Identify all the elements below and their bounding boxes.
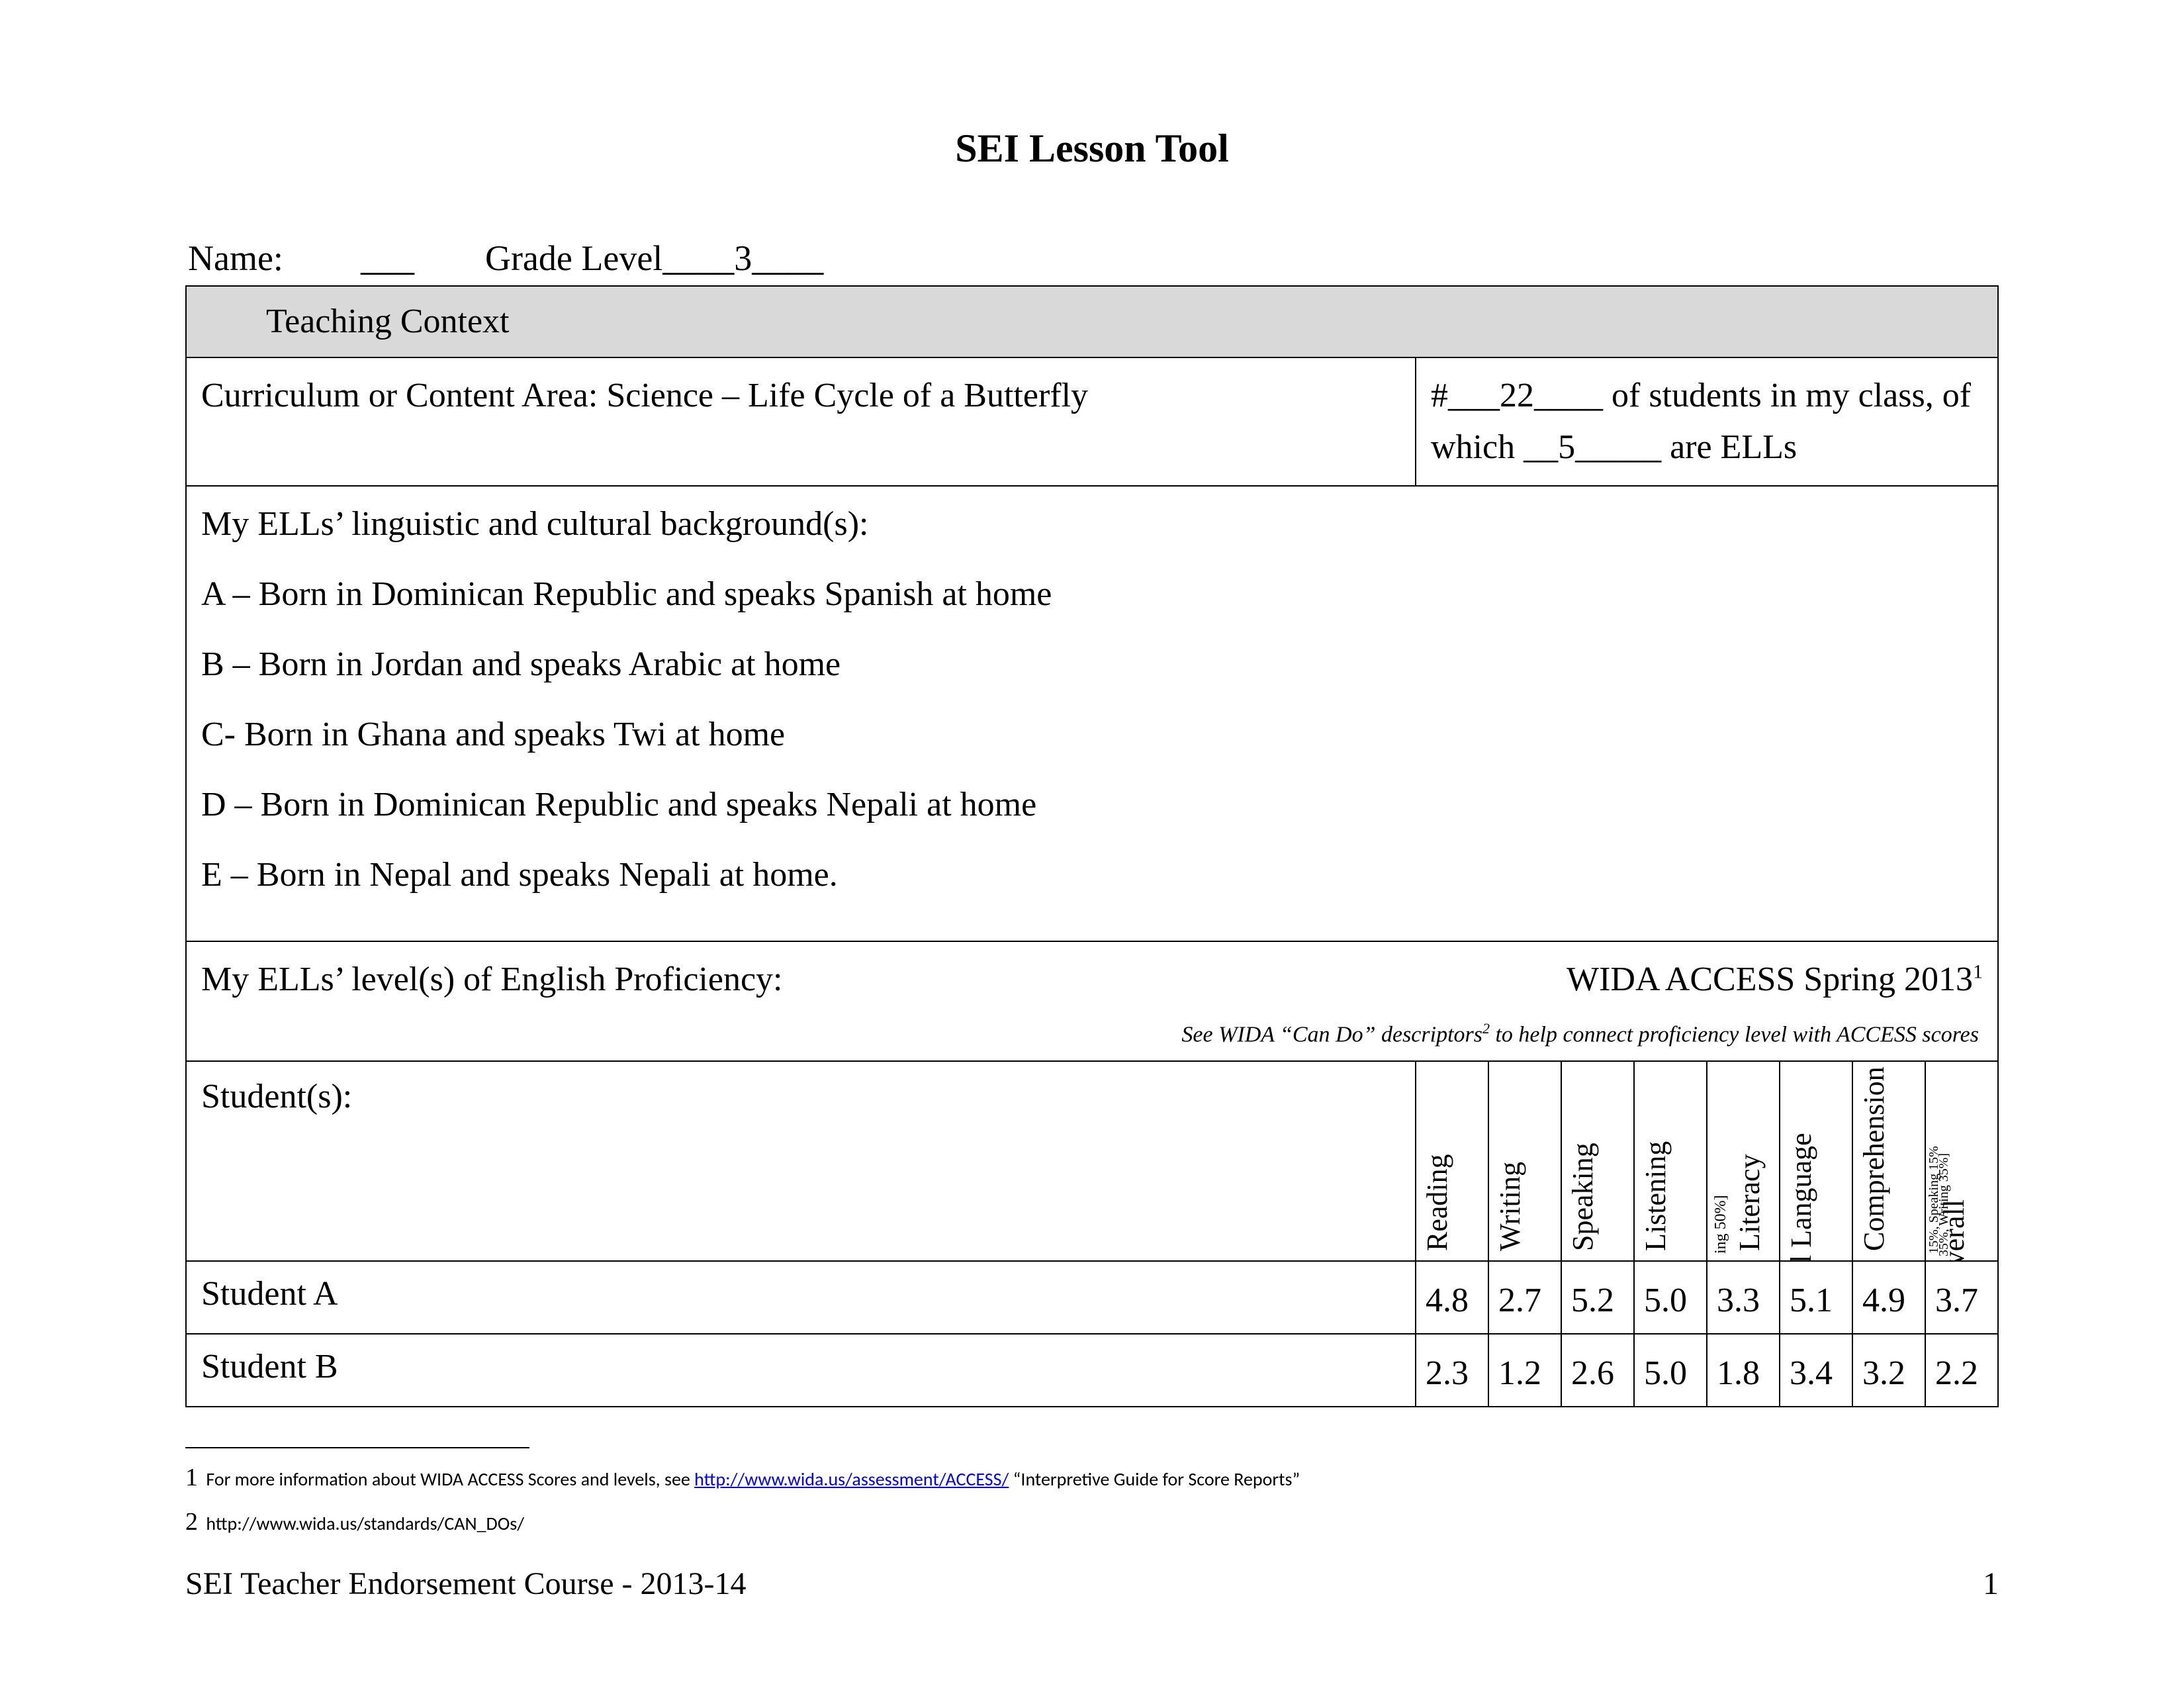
student-b-listening: 5.0 — [1634, 1334, 1707, 1407]
curriculum-cell: Curriculum or Content Area: Science – Li… — [186, 357, 1416, 486]
helper-text: See WIDA “Can Do” descriptors2 to help c… — [201, 1020, 1983, 1049]
grade-value: 3 — [734, 238, 752, 278]
student-a-reading: 4.8 — [1416, 1261, 1488, 1334]
footnote-rule — [185, 1447, 529, 1448]
student-b-overall: 2.2 — [1925, 1334, 1998, 1407]
background-b: B – Born in Jordan and speaks Arabic at … — [201, 639, 1983, 690]
teaching-context-row: Teaching Context — [186, 286, 1998, 357]
col-comprehension: Comprehension — [1852, 1061, 1925, 1261]
name-value: ___ — [361, 238, 414, 278]
background-d: D – Born in Dominican Republic and speak… — [201, 779, 1983, 831]
backgrounds-heading: My ELLs’ linguistic and cultural backgro… — [201, 498, 1983, 550]
footnote-1-pre: For more information about WIDA ACCESS S… — [202, 1468, 694, 1491]
score-header-row: Student(s): Reading Writing Speaking Lis… — [186, 1061, 1998, 1261]
background-a: A – Born in Dominican Republic and speak… — [201, 569, 1983, 620]
curriculum-row: Curriculum or Content Area: Science – Li… — [186, 357, 1998, 486]
footnote-1-post: “Interpretive Guide for Score Reports” — [1009, 1468, 1300, 1491]
wida-sup: 1 — [1973, 961, 1983, 983]
col-literacy: Literacy ing 50%] — [1707, 1061, 1780, 1261]
proficiency-label: My ELLs’ level(s) of English Proficiency… — [201, 954, 783, 1006]
student-a-row: Student A 4.8 2.7 5.2 5.0 3.3 5.1 4.9 3.… — [186, 1261, 1998, 1334]
class-counts-cell: #___22____ of students in my class, of w… — [1416, 357, 1998, 486]
main-table: Teaching Context Curriculum or Content A… — [185, 285, 1999, 1407]
col-listening: Listening — [1634, 1061, 1707, 1261]
grade-suffix: ____ — [752, 238, 823, 278]
curriculum-label: Curriculum or Content Area: Science – Li… — [201, 377, 1088, 414]
name-grade-line: Name: ___ Grade Level____3____ — [185, 238, 1999, 279]
page-title: SEI Lesson Tool — [185, 126, 1999, 171]
footnote-2-text: http://www.wida.us/standards/CAN_DOs/ — [202, 1512, 524, 1535]
teaching-context-header: Teaching Context — [186, 286, 1998, 357]
footer-left: SEI Teacher Endorsement Course - 2013-14 — [185, 1566, 747, 1602]
students-label: Student(s): — [186, 1061, 1416, 1261]
student-b-name: Student B — [186, 1334, 1416, 1407]
student-b-literacy: 1.8 — [1707, 1334, 1780, 1407]
backgrounds-cell: My ELLs’ linguistic and cultural backgro… — [186, 486, 1998, 941]
page: SEI Lesson Tool Name: ___ Grade Level___… — [0, 0, 2184, 1688]
student-a-comprehension: 4.9 — [1852, 1261, 1925, 1334]
name-label: Name: — [188, 238, 283, 279]
col-oral: Oral Language — [1780, 1061, 1852, 1261]
page-footer: SEI Teacher Endorsement Course - 2013-14… — [185, 1566, 1999, 1602]
footnote-1: 1 For more information about WIDA ACCESS… — [185, 1460, 1999, 1495]
student-b-row: Student B 2.3 1.2 2.6 5.0 1.8 3.4 3.2 2.… — [186, 1334, 1998, 1407]
footnote-1-link[interactable]: http://www.wida.us/assessment/ACCESS/ — [694, 1468, 1009, 1491]
col-writing: Writing — [1488, 1061, 1561, 1261]
student-b-speaking: 2.6 — [1561, 1334, 1634, 1407]
col-overall: Overall 15%, Speaking 15% 35%, Writing 3… — [1925, 1061, 1998, 1261]
helper-sup: 2 — [1482, 1020, 1490, 1037]
student-b-writing: 1.2 — [1488, 1334, 1561, 1407]
helper-post: to help connect proficiency level with A… — [1490, 1022, 1979, 1047]
student-b-oral: 3.4 — [1780, 1334, 1852, 1407]
footnote-1-num: 1 — [185, 1464, 198, 1491]
student-b-comprehension: 3.2 — [1852, 1334, 1925, 1407]
background-e: E – Born in Nepal and speaks Nepali at h… — [201, 849, 1983, 901]
footnote-2: 2 http://www.wida.us/standards/CAN_DOs/ — [185, 1505, 1999, 1540]
helper-pre: See WIDA “Can Do” descriptors — [1181, 1022, 1482, 1047]
backgrounds-row: My ELLs’ linguistic and cultural backgro… — [186, 486, 1998, 941]
col-speaking: Speaking — [1561, 1061, 1634, 1261]
student-a-speaking: 5.2 — [1561, 1261, 1634, 1334]
student-a-oral: 5.1 — [1780, 1261, 1852, 1334]
wida-label: WIDA ACCESS Spring 2013 — [1567, 961, 1973, 998]
proficiency-cell: My ELLs’ level(s) of English Proficiency… — [186, 941, 1998, 1061]
col-reading: Reading — [1416, 1061, 1488, 1261]
student-a-writing: 2.7 — [1488, 1261, 1561, 1334]
student-a-literacy: 3.3 — [1707, 1261, 1780, 1334]
student-a-name: Student A — [186, 1261, 1416, 1334]
background-c: C- Born in Ghana and speaks Twi at home — [201, 709, 1983, 761]
grade-prefix: ____ — [662, 238, 734, 278]
proficiency-row: My ELLs’ level(s) of English Proficiency… — [186, 941, 1998, 1061]
student-b-reading: 2.3 — [1416, 1334, 1488, 1407]
class-counts: #___22____ of students in my class, of w… — [1431, 377, 1971, 466]
footer-page-number: 1 — [1983, 1566, 1999, 1602]
grade-label: Grade Level — [485, 238, 662, 279]
student-a-listening: 5.0 — [1634, 1261, 1707, 1334]
student-a-overall: 3.7 — [1925, 1261, 1998, 1334]
footnote-2-num: 2 — [185, 1508, 198, 1536]
